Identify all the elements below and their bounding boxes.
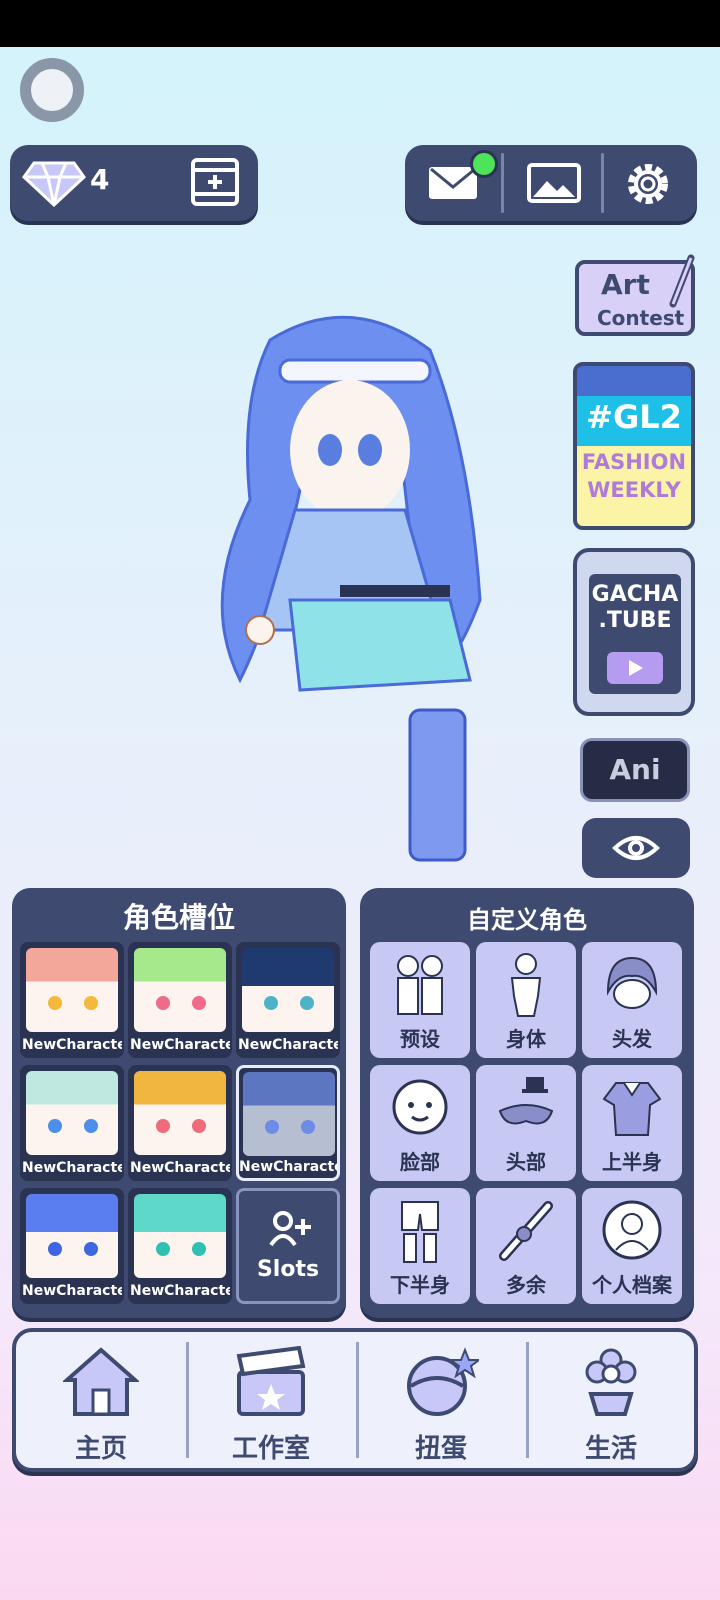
character-slots-title: 角色槽位	[122, 901, 235, 934]
gacha-tube-line2: .TUBE	[598, 608, 672, 633]
character-slot-name: NewCharacter	[238, 1037, 338, 1053]
gem-count: 4	[90, 163, 110, 196]
profile-icon	[602, 1200, 662, 1260]
character-slot-2[interactable]: NewCharacter	[128, 942, 232, 1058]
character-slot-name: NewCharacter	[22, 1037, 122, 1053]
character-slot-7[interactable]: NewCharacter	[20, 1188, 124, 1304]
diamond-icon	[22, 161, 86, 207]
fashion-weekly-line2: WEEKLY	[587, 478, 681, 502]
pencil-icon	[669, 254, 695, 308]
customize-label: 多余	[506, 1273, 546, 1297]
customize-label: 下半身	[390, 1273, 450, 1297]
customize-label: 个人档案	[592, 1273, 672, 1297]
customize-head[interactable]: 头部	[476, 1065, 576, 1181]
upper-body-icon	[602, 1082, 662, 1136]
customize-panel: 自定义角色 预设 身体 头发 脸部 头部 上半身 下半身 多余 个人档案	[360, 888, 694, 1318]
nav-studio[interactable]: 工作室	[186, 1332, 356, 1468]
customize-label: 预设	[400, 1027, 440, 1051]
character-preview[interactable]	[200, 300, 500, 880]
nav-life[interactable]: 生活	[526, 1332, 696, 1468]
character-slot-5[interactable]: NewCharacter	[128, 1065, 232, 1181]
customize-label: 头发	[612, 1027, 652, 1051]
character-slot-1[interactable]: NewCharacter	[20, 942, 124, 1058]
customize-extra[interactable]: 多余	[476, 1188, 576, 1304]
character-slot-6-selected[interactable]: NewCharacter	[236, 1065, 340, 1181]
fashion-weekly-line1: FASHION	[581, 450, 687, 474]
extra-icon	[499, 1201, 553, 1261]
eye-icon	[612, 836, 660, 860]
menu-circle-button[interactable]	[20, 58, 84, 122]
customize-face[interactable]: 脸部	[370, 1065, 470, 1181]
gallery-icon[interactable]	[527, 163, 581, 203]
add-video-icon[interactable]	[190, 157, 240, 207]
studio-icon	[236, 1346, 306, 1416]
currency-bar	[10, 145, 258, 221]
character-slot-8[interactable]: NewCharacter	[128, 1188, 232, 1304]
life-icon	[585, 1348, 637, 1416]
character-slot-name: NewCharacter	[130, 1283, 230, 1299]
customize-hair[interactable]: 头发	[582, 942, 682, 1058]
nav-label: 扭蛋	[414, 1434, 467, 1464]
customize-label: 脸部	[400, 1150, 440, 1174]
character-slot-3[interactable]: NewCharacter	[236, 942, 340, 1058]
character-slot-name: NewCharacter	[22, 1160, 122, 1176]
character-slot-name: NewCharacter	[22, 1283, 122, 1299]
preset-icon	[397, 955, 443, 1015]
customize-profile[interactable]: 个人档案	[582, 1188, 682, 1304]
nav-label: 工作室	[231, 1434, 310, 1464]
add-slots-button[interactable]: Slots	[236, 1188, 340, 1304]
customize-label: 头部	[506, 1150, 546, 1174]
slots-label: Slots	[256, 1257, 320, 1282]
character-slot-name: NewCharacter	[130, 1037, 230, 1053]
customize-body[interactable]: 身体	[476, 942, 576, 1058]
customize-preset[interactable]: 预设	[370, 942, 470, 1058]
customize-label: 身体	[506, 1027, 546, 1051]
play-icon	[607, 652, 663, 684]
toggle-visibility-button[interactable]	[582, 818, 690, 878]
customize-lower-body[interactable]: 下半身	[370, 1188, 470, 1304]
fashion-weekly-tag: #GL2	[586, 398, 682, 436]
fashion-weekly-card[interactable]: #GL2 FASHION WEEKLY	[573, 362, 695, 530]
nav-gacha[interactable]: 扭蛋	[356, 1332, 526, 1468]
art-contest-title: Art	[601, 268, 650, 301]
nav-label: 生活	[584, 1434, 637, 1464]
nav-label: 主页	[74, 1434, 127, 1464]
customize-title: 自定义角色	[467, 906, 587, 934]
customize-label: 上半身	[602, 1150, 662, 1174]
gacha-tube-line1: GACHA	[591, 582, 679, 607]
character-slot-name: NewCharacter	[130, 1160, 230, 1176]
customize-upper-body[interactable]: 上半身	[582, 1065, 682, 1181]
gacha-icon	[407, 1347, 479, 1416]
notification-dot	[470, 150, 498, 178]
ani-button[interactable]: Ani	[580, 738, 690, 802]
add-person-icon	[269, 1211, 311, 1247]
head-accessory-icon	[498, 1077, 554, 1125]
lower-body-icon	[401, 1201, 439, 1263]
home-icon	[63, 1347, 139, 1416]
character-slot-name: NewCharacter	[239, 1159, 337, 1175]
hair-icon	[606, 956, 658, 1009]
nav-home[interactable]: 主页	[16, 1332, 186, 1468]
character-slots-panel: 角色槽位 NewCharacter NewCharacter NewCharac…	[12, 888, 346, 1318]
gacha-tube-card[interactable]: GACHA .TUBE	[573, 548, 695, 716]
bottom-navigation: 主页 工作室 扭蛋 生活	[12, 1328, 698, 1472]
art-contest-card[interactable]: Art Contest	[575, 254, 695, 336]
settings-gear-icon[interactable]	[623, 159, 673, 209]
character-slot-4[interactable]: NewCharacter	[20, 1065, 124, 1181]
face-icon	[392, 1079, 448, 1135]
top-right-toolbar	[405, 145, 697, 221]
body-icon	[510, 953, 542, 1017]
